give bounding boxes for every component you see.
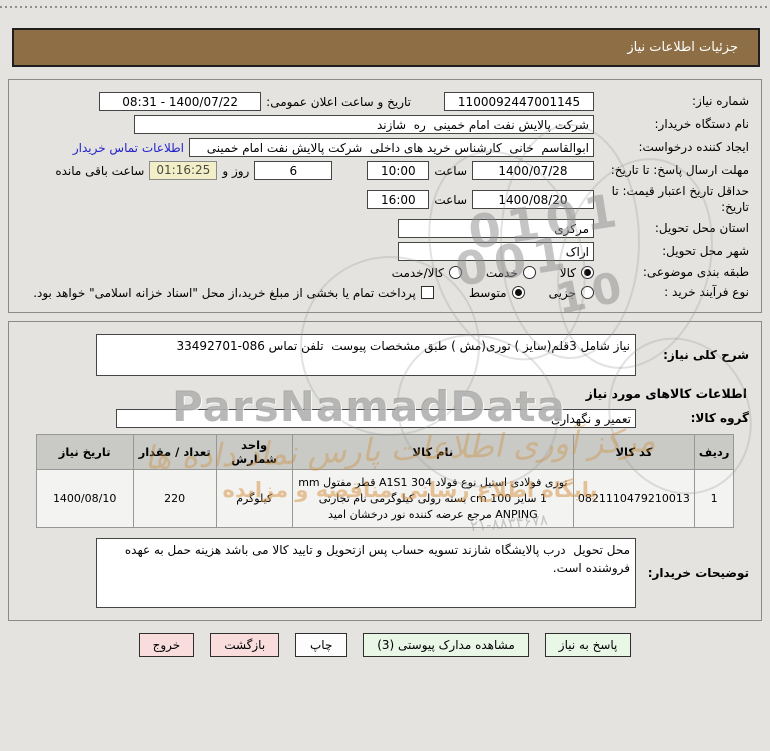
price-validity-date-field[interactable] xyxy=(472,190,594,210)
col-quantity: تعداد / مقدار xyxy=(132,434,217,471)
col-row-number: ردیف xyxy=(693,434,735,471)
purchase-process-label: نوع فرآیند خرید : xyxy=(664,284,749,299)
days-remaining-field[interactable] xyxy=(254,161,333,180)
cell-goods-name: توری فولادی استیل نوع فولاد A1S1 304 قطر… xyxy=(291,469,574,529)
radio-goods-label: کالا xyxy=(559,265,576,280)
cell-quantity: 220 xyxy=(132,469,217,529)
delivery-city-field[interactable] xyxy=(398,242,594,262)
radio-goods[interactable] xyxy=(581,266,594,280)
exit-button[interactable]: خروج xyxy=(138,633,195,658)
row-price-validity: حداقل تاریخ اعتبار قیمت: تا تاریخ: ساعت xyxy=(21,184,749,215)
radio-service[interactable] xyxy=(522,266,536,280)
radio-goods-service[interactable] xyxy=(448,266,462,280)
col-count-unit: واحد شمارش xyxy=(215,434,293,471)
price-validity-time-field[interactable] xyxy=(367,190,430,210)
need-info-panel: شماره نیاز: تاریخ و ساعت اعلان عمومی: نا… xyxy=(8,79,762,314)
top-dotted-divider xyxy=(0,6,770,8)
radio-minor[interactable] xyxy=(581,286,594,300)
radio-medium[interactable] xyxy=(511,286,525,300)
row-subject-classification: طبقه بندی موضوعی: کالا خدمت کالا/خدمت xyxy=(21,265,749,281)
row-general-description: شرح کلی نیاز: نیاز شامل 3قلم(سایز ) توری… xyxy=(21,334,749,377)
price-validity-label: حداقل تاریخ اعتبار قیمت: تا تاریخ: xyxy=(611,184,749,214)
cell-row-number: 1 xyxy=(693,469,735,529)
col-goods-name: نام کالا xyxy=(291,434,574,471)
goods-table-header-row: ردیف کد کالا نام کالا واحد شمارش تعداد /… xyxy=(35,434,735,471)
need-details-page: { "title_bar": { "label": "جزئیات اطلاعا… xyxy=(0,6,770,751)
row-need-number: شماره نیاز: تاریخ و ساعت اعلان عمومی: xyxy=(21,92,749,111)
subject-classification-label: طبقه بندی موضوعی: xyxy=(642,265,749,280)
need-number-field[interactable] xyxy=(444,92,594,111)
reply-deadline-time-field[interactable] xyxy=(367,161,430,180)
reply-deadline-label: مهلت ارسال پاسخ: تا تاریخ: xyxy=(610,162,749,177)
request-creator-label: ایجاد کننده درخواست: xyxy=(638,139,749,154)
buyer-notes-label: توضیحات خریدار: xyxy=(647,565,749,580)
buyer-org-field[interactable] xyxy=(134,115,594,134)
treasury-payment-checkbox[interactable] xyxy=(420,286,434,300)
radio-service-label: خدمت xyxy=(485,265,518,280)
treasury-payment-label: پرداخت تمام یا بخشی از مبلغ خرید،از محل … xyxy=(33,285,416,300)
row-reply-deadline: مهلت ارسال پاسخ: تا تاریخ: ساعت روز و 01… xyxy=(21,161,749,180)
cell-goods-code: 0821110479210013 xyxy=(572,469,695,529)
cell-count-unit: کیلوگرم xyxy=(215,469,293,529)
deadline-hour-label: ساعت xyxy=(434,163,467,178)
col-goods-code: کد کالا xyxy=(572,434,695,471)
row-goods-group: گروه کالا: xyxy=(21,409,749,429)
buyer-contact-link[interactable]: اطلاعات تماس خریدار xyxy=(73,141,184,155)
need-number-label: شماره نیاز: xyxy=(692,93,749,108)
row-purchase-process-type: نوع فرآیند خرید : جزیی متوسط پرداخت تمام… xyxy=(21,285,749,301)
delivery-province-field[interactable] xyxy=(398,219,594,239)
request-creator-field[interactable] xyxy=(189,138,594,157)
radio-goods-service-label: کالا/خدمت xyxy=(391,265,444,280)
row-delivery-province: استان محل تحویل: xyxy=(21,219,749,239)
row-buyer-notes: توضیحات خریدار: محل تحویل درب پالایشگاه … xyxy=(21,538,749,609)
goods-info-section-title: اطلاعات کالاهای مورد نیاز xyxy=(585,386,747,402)
goods-group-field[interactable] xyxy=(116,409,636,429)
delivery-city-label: شهر محل تحویل: xyxy=(662,243,749,258)
countdown-timer: 01:16:25 xyxy=(149,161,218,180)
row-delivery-city: شهر محل تحویل: xyxy=(21,242,749,262)
view-attachments-button[interactable]: مشاهده مدارک پیوستی (3) xyxy=(363,633,529,658)
buyer-notes-field[interactable]: محل تحویل درب پالایشگاه شازند تسویه حساب… xyxy=(96,538,636,609)
general-description-label: شرح کلی نیاز: xyxy=(663,347,749,362)
back-button[interactable]: بازگشت xyxy=(210,633,280,658)
general-description-field[interactable]: نیاز شامل 3قلم(سایز ) توری(مش ) طبق مشخص… xyxy=(96,334,636,377)
table-row: 1 0821110479210013 توری فولادی استیل نوع… xyxy=(35,469,735,529)
col-need-date: تاریخ نیاز xyxy=(35,434,134,471)
page-title: جزئیات اطلاعات نیاز xyxy=(12,28,760,67)
announce-datetime-field[interactable] xyxy=(99,92,262,111)
print-button[interactable]: چاپ xyxy=(295,633,348,658)
reply-to-need-button[interactable]: پاسخ به نیاز xyxy=(544,633,632,658)
reply-deadline-date-field[interactable] xyxy=(472,161,594,180)
row-buyer-org: نام دستگاه خریدار: xyxy=(21,115,749,134)
radio-minor-label: جزیی xyxy=(548,285,576,300)
radio-medium-label: متوسط xyxy=(468,285,507,300)
goods-group-label: گروه کالا: xyxy=(690,411,749,426)
row-request-creator: ایجاد کننده درخواست: اطلاعات تماس خریدار xyxy=(21,138,749,157)
delivery-province-label: استان محل تحویل: xyxy=(654,220,749,235)
announce-datetime-label: تاریخ و ساعت اعلان عمومی: xyxy=(266,94,411,109)
days-and-label: روز و xyxy=(222,163,250,178)
hours-remaining-label: ساعت باقی مانده xyxy=(55,163,145,178)
cell-need-date: 1400/08/10 xyxy=(35,469,134,529)
buyer-org-label: نام دستگاه خریدار: xyxy=(654,116,750,131)
action-buttons-bar: پاسخ به نیاز مشاهده مدارک پیوستی (3) چاپ… xyxy=(0,633,770,658)
need-description-panel: شرح کلی نیاز: نیاز شامل 3قلم(سایز ) توری… xyxy=(8,321,762,622)
validity-hour-label: ساعت xyxy=(434,192,467,207)
goods-table: ردیف کد کالا نام کالا واحد شمارش تعداد /… xyxy=(35,434,735,529)
